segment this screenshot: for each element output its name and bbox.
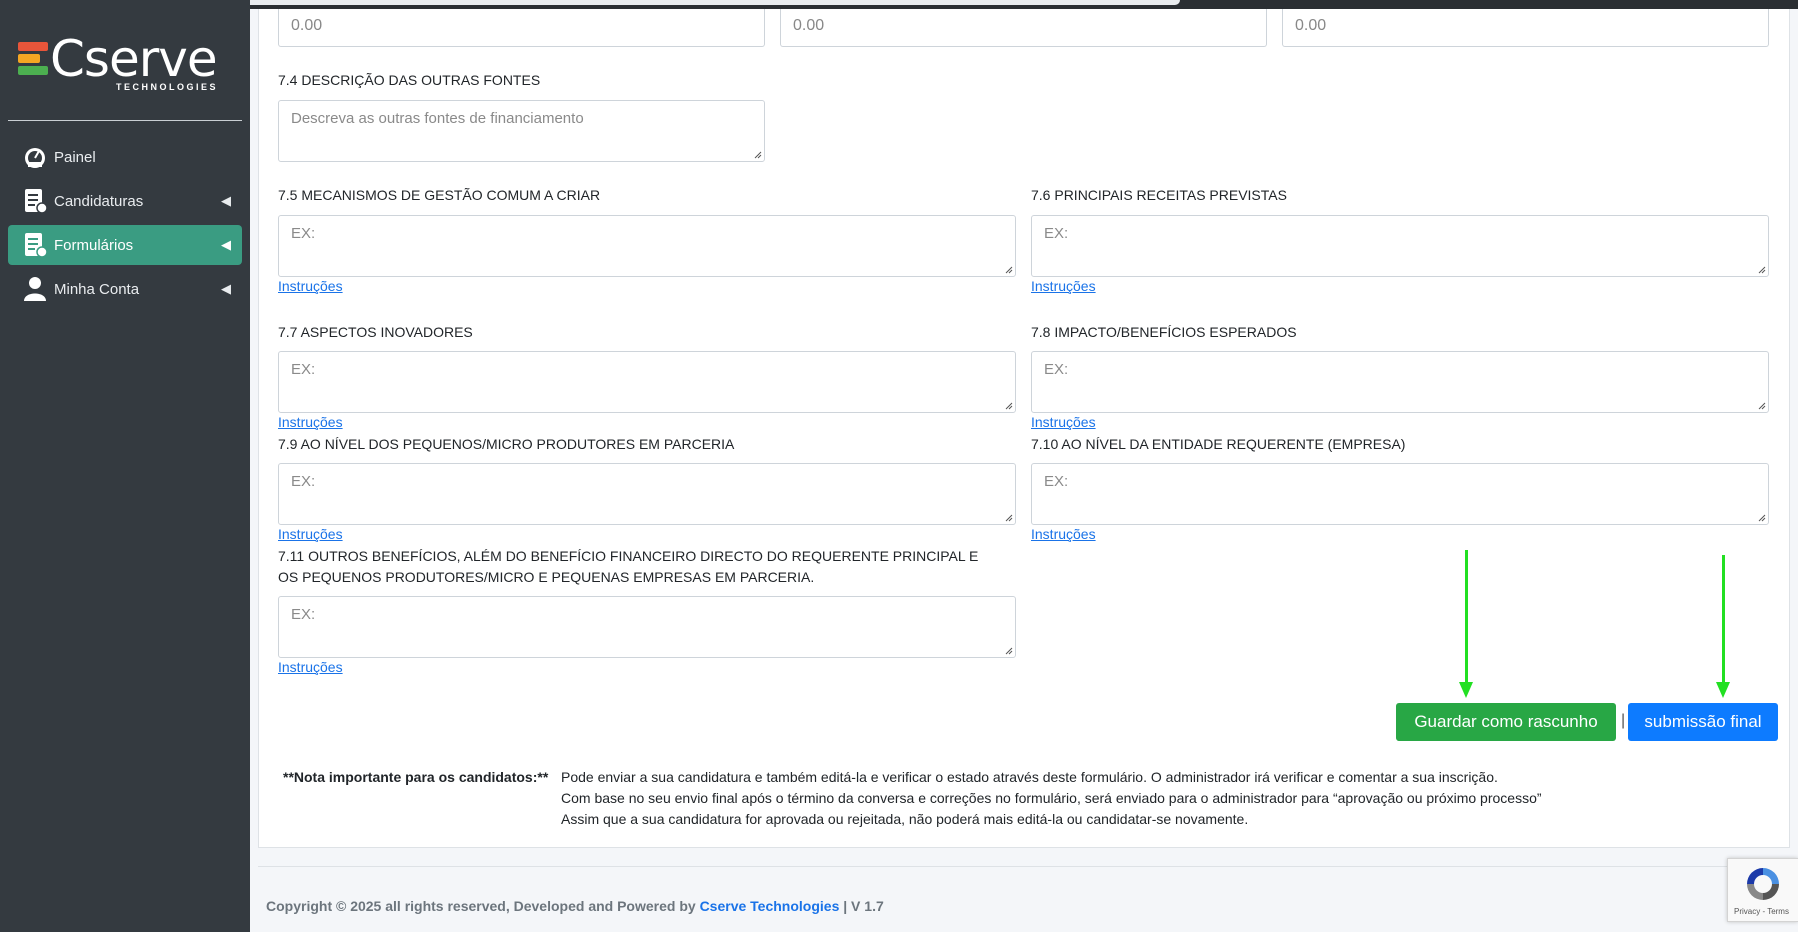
document-list-icon xyxy=(22,232,48,258)
textarea-placeholder: Descreva as outras fontes de financiamen… xyxy=(291,110,584,127)
textarea-placeholder: EX: xyxy=(1044,225,1069,242)
resize-grip-icon[interactable] xyxy=(1005,647,1013,655)
resize-grip-icon[interactable] xyxy=(754,151,762,159)
sidebar-item-label: Painel xyxy=(54,148,96,166)
note-title: **Nota importante para os candidatos:** xyxy=(283,769,549,785)
amount-input-3[interactable]: 0.00 xyxy=(1282,9,1769,47)
dashboard-gauge-icon xyxy=(22,144,48,170)
textarea-7-4[interactable]: Descreva as outras fontes de financiamen… xyxy=(278,100,765,162)
form-card: 0.00 0.00 0.00 7.4 DESCRIÇÃO DAS OUTRAS … xyxy=(258,9,1790,848)
user-icon xyxy=(22,276,48,302)
textarea-7-11[interactable]: EX: xyxy=(278,596,1016,658)
textarea-7-9[interactable]: EX: xyxy=(278,463,1016,525)
button-separator: | xyxy=(1621,712,1626,729)
logo-mark-icon xyxy=(18,42,48,82)
sidebar-item-painel[interactable]: Painel xyxy=(8,137,242,177)
sidebar: Cserve TECHNOLOGIES Painel Candidaturas … xyxy=(0,0,250,932)
field-label-7-10: 7.10 AO NÍVEL DA ENTIDADE REQUERENTE (EM… xyxy=(1031,436,1406,452)
note-line-3: Assim que a sua candidatura for aprovada… xyxy=(561,811,1249,827)
textarea-placeholder: EX: xyxy=(291,225,316,242)
instructions-link-7-8[interactable]: Instruções xyxy=(1031,414,1096,430)
footer-company-link[interactable]: Cserve Technologies xyxy=(700,898,840,914)
field-label-7-11-line2: OS PEQUENOS PRODUTORES/MICRO E PEQUENAS … xyxy=(278,569,815,585)
resize-grip-icon[interactable] xyxy=(1758,266,1766,274)
recaptcha-logo-icon xyxy=(1747,868,1779,900)
sidebar-divider xyxy=(8,120,242,121)
field-label-7-4: 7.4 DESCRIÇÃO DAS OUTRAS FONTES xyxy=(278,72,541,88)
textarea-7-7[interactable]: EX: xyxy=(278,351,1016,413)
field-label-7-11-line1: 7.11 OUTROS BENEFÍCIOS, ALÉM DO BENEFÍCI… xyxy=(278,548,979,564)
final-submit-button[interactable]: submissão final xyxy=(1628,703,1778,741)
instructions-link-7-10[interactable]: Instruções xyxy=(1031,526,1096,542)
main-content: 0.00 0.00 0.00 7.4 DESCRIÇÃO DAS OUTRAS … xyxy=(250,9,1798,932)
annotation-arrow-draft xyxy=(1459,550,1473,700)
amount-input-2[interactable]: 0.00 xyxy=(780,9,1267,47)
sidebar-item-candidaturas[interactable]: Candidaturas ◀ xyxy=(8,181,242,221)
resize-grip-icon[interactable] xyxy=(1005,402,1013,410)
textarea-placeholder: EX: xyxy=(1044,361,1069,378)
textarea-7-8[interactable]: EX: xyxy=(1031,351,1769,413)
textarea-placeholder: EX: xyxy=(291,473,316,490)
sidebar-item-minha-conta[interactable]: Minha Conta ◀ xyxy=(8,269,242,309)
instructions-link-7-11[interactable]: Instruções xyxy=(278,659,343,675)
textarea-placeholder: EX: xyxy=(291,606,316,623)
brand-name: Cserve xyxy=(50,30,218,88)
note-line-2: Com base no seu envio final após o térmi… xyxy=(561,790,1542,806)
field-label-7-5: 7.5 MECANISMOS DE GESTÃO COMUM A CRIAR xyxy=(278,187,601,203)
browser-top-strip xyxy=(0,0,1798,9)
brand-subtitle: TECHNOLOGIES xyxy=(116,82,219,92)
field-label-7-6: 7.6 PRINCIPAIS RECEITAS PREVISTAS xyxy=(1031,187,1287,203)
field-label-7-7: 7.7 ASPECTOS INOVADORES xyxy=(278,324,473,340)
instructions-link-7-5[interactable]: Instruções xyxy=(278,278,343,294)
note-line-1: Pode enviar a sua candidatura e também e… xyxy=(561,769,1498,785)
resize-grip-icon[interactable] xyxy=(1758,514,1766,522)
card-bottom-border xyxy=(258,866,1790,867)
save-draft-button[interactable]: Guardar como rascunho xyxy=(1396,703,1616,741)
field-label-7-8: 7.8 IMPACTO/BENEFÍCIOS ESPERADOS xyxy=(1031,324,1297,340)
sidebar-item-formularios[interactable]: Formulários ◀ xyxy=(8,225,242,265)
textarea-placeholder: EX: xyxy=(291,361,316,378)
resize-grip-icon[interactable] xyxy=(1005,266,1013,274)
recaptcha-terms[interactable]: Privacy - Terms xyxy=(1734,907,1789,916)
textarea-7-10[interactable]: EX: xyxy=(1031,463,1769,525)
brand-logo[interactable]: Cserve TECHNOLOGIES xyxy=(16,30,246,104)
instructions-link-7-6[interactable]: Instruções xyxy=(1031,278,1096,294)
field-label-7-9: 7.9 AO NÍVEL DOS PEQUENOS/MICRO PRODUTOR… xyxy=(278,436,735,452)
sidebar-item-label: Candidaturas xyxy=(54,192,144,210)
footer-prefix: Copyright © 2025 all rights reserved, De… xyxy=(266,898,700,914)
recaptcha-badge[interactable]: Privacy - Terms xyxy=(1727,858,1798,922)
instructions-link-7-9[interactable]: Instruções xyxy=(278,526,343,542)
footer-copyright: Copyright © 2025 all rights reserved, De… xyxy=(266,898,884,914)
annotation-arrow-submit xyxy=(1716,555,1730,700)
sidebar-item-label: Minha Conta xyxy=(54,280,140,298)
textarea-7-6[interactable]: EX: xyxy=(1031,215,1769,277)
amount-input-1[interactable]: 0.00 xyxy=(278,9,765,47)
document-list-icon xyxy=(22,188,48,214)
footer-version: | V 1.7 xyxy=(839,898,884,914)
resize-grip-icon[interactable] xyxy=(1005,514,1013,522)
instructions-link-7-7[interactable]: Instruções xyxy=(278,414,343,430)
sidebar-item-label: Formulários xyxy=(54,236,134,254)
textarea-placeholder: EX: xyxy=(1044,473,1069,490)
textarea-7-5[interactable]: EX: xyxy=(278,215,1016,277)
chevron-left-icon: ◀ xyxy=(221,193,231,208)
chevron-left-icon: ◀ xyxy=(221,237,231,252)
chevron-left-icon: ◀ xyxy=(221,281,231,296)
resize-grip-icon[interactable] xyxy=(1758,402,1766,410)
